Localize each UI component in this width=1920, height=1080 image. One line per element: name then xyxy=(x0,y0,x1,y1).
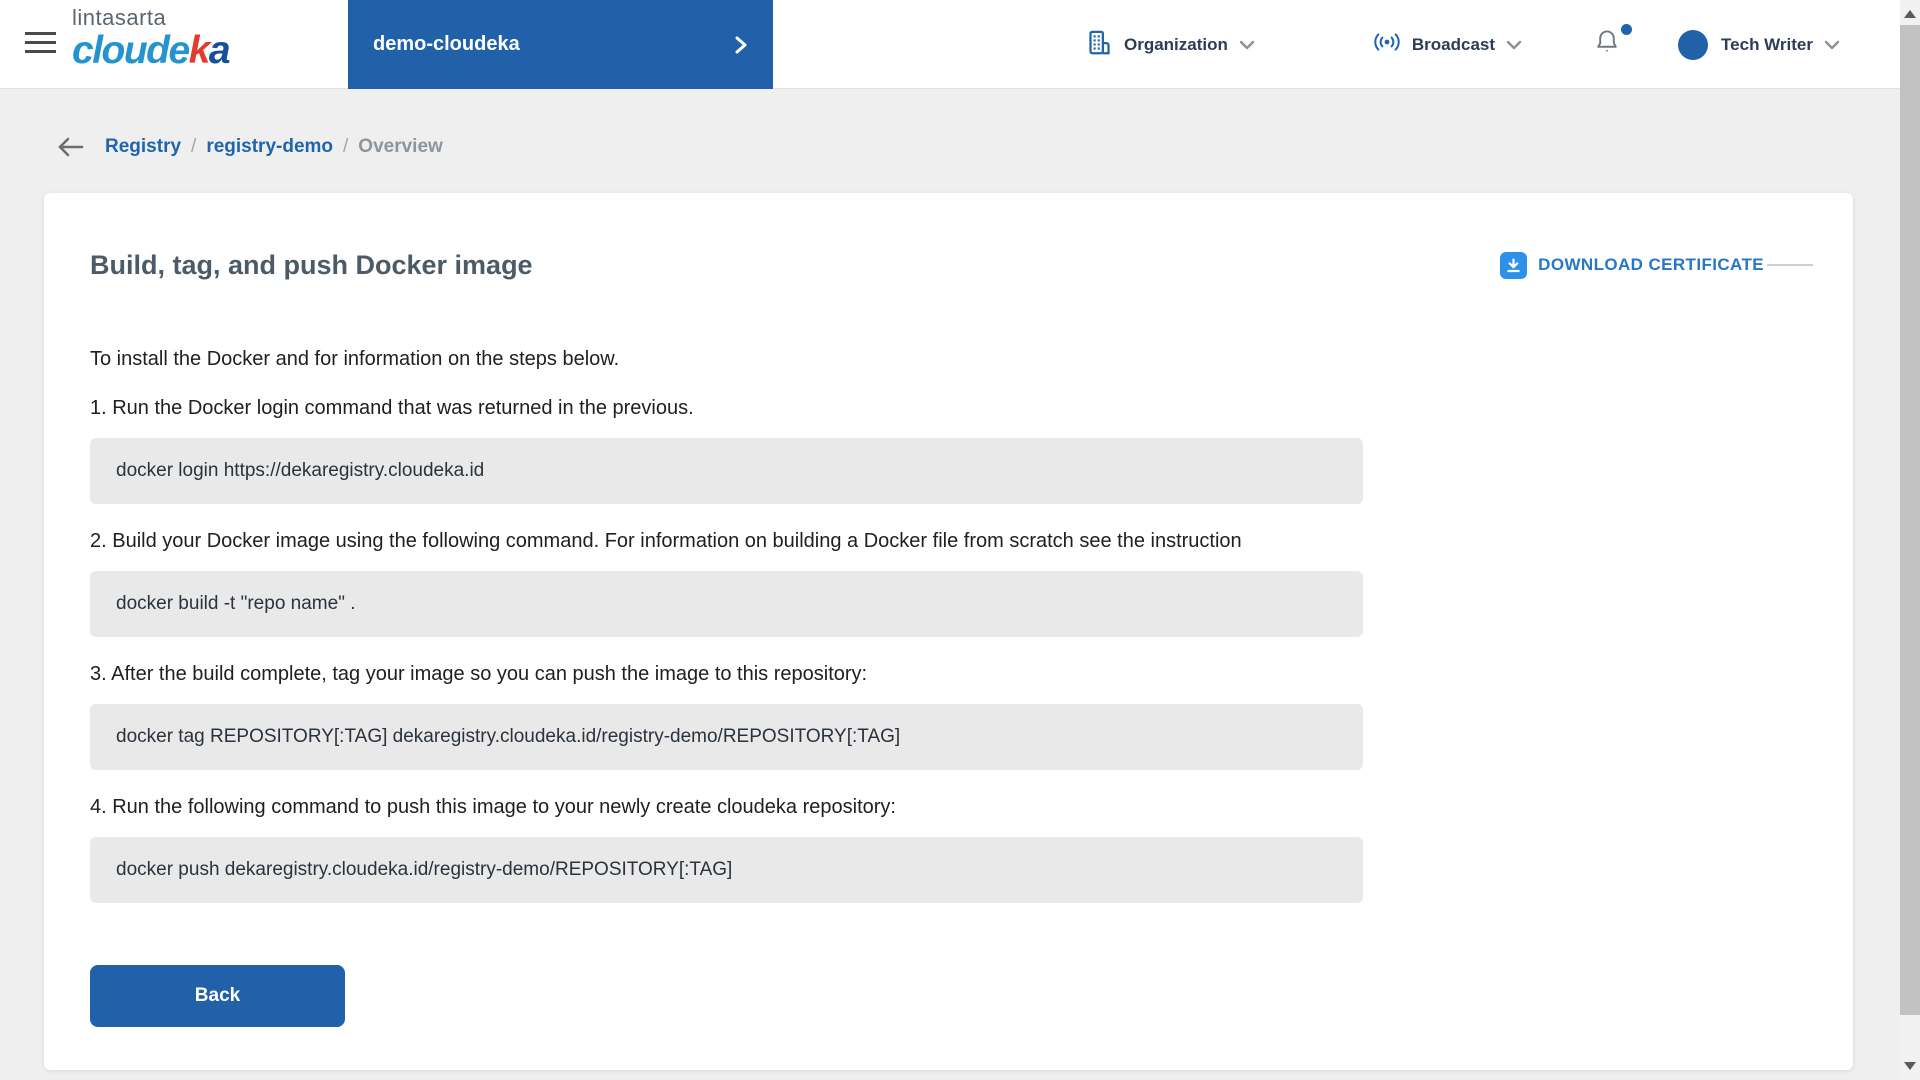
page-title: Build, tag, and push Docker image xyxy=(90,248,533,282)
avatar xyxy=(1678,30,1708,60)
download-certificate-label: DOWNLOAD CERTIFICATE xyxy=(1538,255,1764,275)
chevron-right-icon xyxy=(735,36,747,59)
broadcast-icon xyxy=(1373,30,1401,59)
step-2-text: 2. Build your Docker image using the fol… xyxy=(90,530,1813,553)
scrollbar-thumb[interactable] xyxy=(1900,25,1920,1015)
top-header: lintasarta cloudeka demo-cloudeka xyxy=(0,0,1920,89)
project-selector[interactable]: demo-cloudeka xyxy=(348,0,773,89)
scrollbar-down-arrow-icon[interactable] xyxy=(1904,1062,1916,1070)
broadcast-label: Broadcast xyxy=(1412,35,1495,55)
organization-menu[interactable]: Organization xyxy=(1086,29,1255,61)
bell-icon xyxy=(1594,43,1620,60)
breadcrumb-separator: / xyxy=(343,136,348,158)
content-card: Build, tag, and push Docker image DOWNLO… xyxy=(44,193,1853,1070)
breadcrumb-separator: / xyxy=(191,136,196,158)
step-3-text: 3. After the build complete, tag your im… xyxy=(90,663,1813,686)
brand-logo: lintasarta cloudeka xyxy=(72,7,229,70)
notification-bell-button[interactable] xyxy=(1594,28,1620,61)
code-block-3: docker tag REPOSITORY[:TAG] dekaregistry… xyxy=(90,704,1363,770)
user-menu[interactable]: Tech Writer xyxy=(1678,30,1840,60)
vertical-scrollbar[interactable] xyxy=(1900,0,1920,1080)
download-icon xyxy=(1500,252,1527,279)
chevron-down-icon xyxy=(1239,40,1255,50)
title-row: Build, tag, and push Docker image DOWNLO… xyxy=(90,193,1813,282)
broadcast-menu[interactable]: Broadcast xyxy=(1373,30,1522,59)
breadcrumb: Registry / registry-demo / Overview xyxy=(55,136,443,158)
breadcrumb-link-registry[interactable]: Registry xyxy=(105,136,181,158)
download-certificate-button[interactable]: DOWNLOAD CERTIFICATE xyxy=(1500,252,1813,279)
breadcrumb-link-registry-demo[interactable]: registry-demo xyxy=(206,136,333,158)
chevron-down-icon xyxy=(1824,40,1840,50)
breadcrumb-current-page: Overview xyxy=(358,136,443,158)
step-1-text: 1. Run the Docker login command that was… xyxy=(90,397,1813,420)
hamburger-menu-icon[interactable] xyxy=(25,32,56,58)
code-block-4: docker push dekaregistry.cloudeka.id/reg… xyxy=(90,837,1363,903)
logo-cloudeka-text: cloudeka xyxy=(72,31,229,70)
logo-lintasarta-text: lintasarta xyxy=(72,7,229,29)
back-navigation-button[interactable]: Back xyxy=(90,965,345,1027)
header-right-cluster: Organization Broadcast xyxy=(1086,0,1840,89)
scrollbar-up-arrow-icon[interactable] xyxy=(1904,10,1916,18)
building-icon xyxy=(1086,29,1113,61)
notification-dot xyxy=(1621,24,1632,35)
chevron-down-icon xyxy=(1506,40,1522,50)
code-block-1: docker login https://dekaregistry.cloude… xyxy=(90,438,1363,504)
back-button[interactable] xyxy=(55,136,85,158)
organization-label: Organization xyxy=(1124,35,1228,55)
divider-dash xyxy=(1767,264,1813,266)
step-4-text: 4. Run the following command to push thi… xyxy=(90,796,1813,819)
user-name: Tech Writer xyxy=(1721,35,1813,55)
project-name: demo-cloudeka xyxy=(373,33,520,56)
code-block-2: docker build -t "repo name" . xyxy=(90,571,1363,637)
intro-text: To install the Docker and for informatio… xyxy=(90,348,1813,371)
